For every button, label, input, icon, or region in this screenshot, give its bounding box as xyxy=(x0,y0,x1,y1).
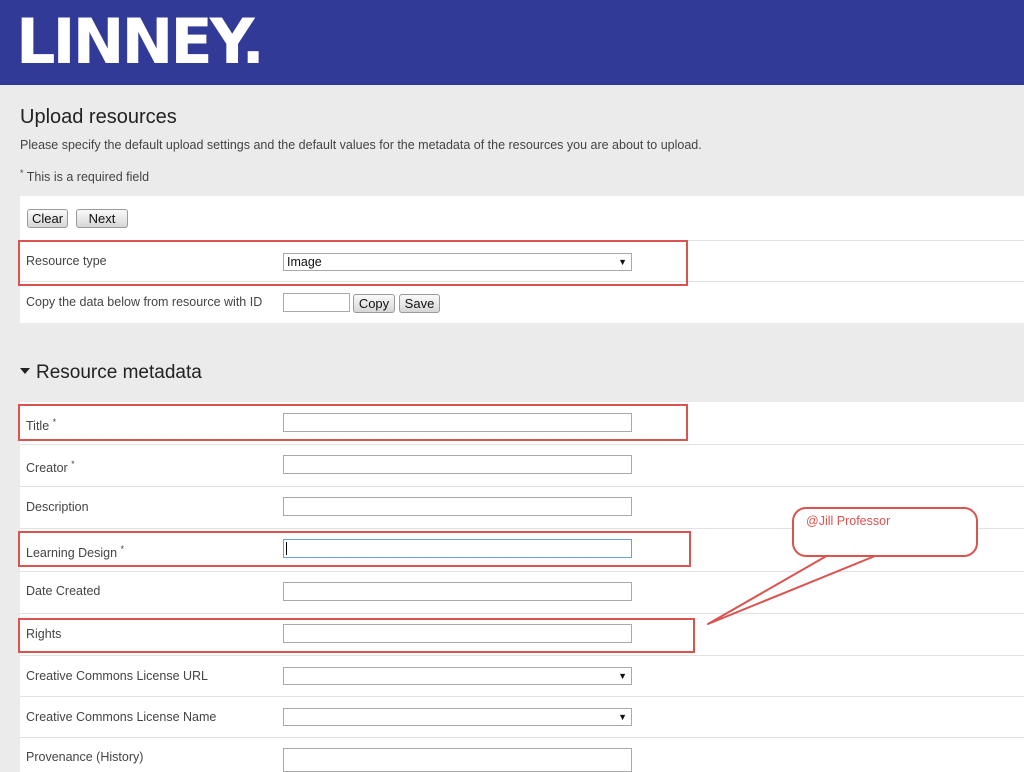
cc-license-url-select[interactable]: ▼ xyxy=(283,667,632,685)
field-label-cc-license-name: Creative Commons License Name xyxy=(26,710,217,724)
row-divider xyxy=(20,696,1024,697)
highlight-rights xyxy=(18,618,695,653)
row-divider xyxy=(20,571,1024,572)
required-note-text: This is a required field xyxy=(26,170,150,185)
logo: LINNEY. xyxy=(16,5,265,78)
required-note: * This is a required field xyxy=(20,168,149,184)
dropdown-arrow-icon: ▼ xyxy=(618,671,627,681)
description-input[interactable] xyxy=(283,497,632,516)
caret-down-icon xyxy=(20,367,30,374)
resource-metadata-toggle[interactable]: Resource metadata xyxy=(20,362,202,384)
row-divider xyxy=(20,486,1024,487)
copy-id-input[interactable] xyxy=(283,293,350,312)
required-asterisk: * xyxy=(20,168,24,178)
field-label-provenance: Provenance (History) xyxy=(26,750,144,764)
highlight-title xyxy=(18,404,688,441)
section-title-text: Resource metadata xyxy=(36,362,202,383)
highlight-learning-design xyxy=(18,531,691,567)
creator-input[interactable] xyxy=(283,455,632,474)
row-divider xyxy=(20,613,1024,614)
date-created-input[interactable] xyxy=(283,582,632,601)
row-divider xyxy=(20,737,1024,738)
page-title: Upload resources xyxy=(20,106,177,128)
row-divider xyxy=(20,444,1024,445)
copy-id-label: Copy the data below from resource with I… xyxy=(26,295,263,309)
provenance-input[interactable] xyxy=(283,748,632,772)
clear-button[interactable]: Clear xyxy=(27,209,68,228)
copy-button[interactable]: Copy xyxy=(353,294,395,313)
field-label-description: Description xyxy=(26,500,89,514)
intro-text: Please specify the default upload settin… xyxy=(20,138,702,152)
field-label-creator: Creator * xyxy=(26,459,75,476)
save-button[interactable]: Save xyxy=(399,294,440,313)
callout-text: @Jill Professor xyxy=(806,514,891,528)
field-label-date-created: Date Created xyxy=(26,584,101,598)
dropdown-arrow-icon: ▼ xyxy=(618,712,627,722)
field-label-cc-license-url: Creative Commons License URL xyxy=(26,669,209,683)
next-button[interactable]: Next xyxy=(76,209,128,228)
cc-license-name-select[interactable]: ▼ xyxy=(283,708,632,726)
row-divider xyxy=(20,655,1024,656)
header-bar: LINNEY. xyxy=(0,0,1024,85)
highlight-resource-type xyxy=(18,240,688,286)
